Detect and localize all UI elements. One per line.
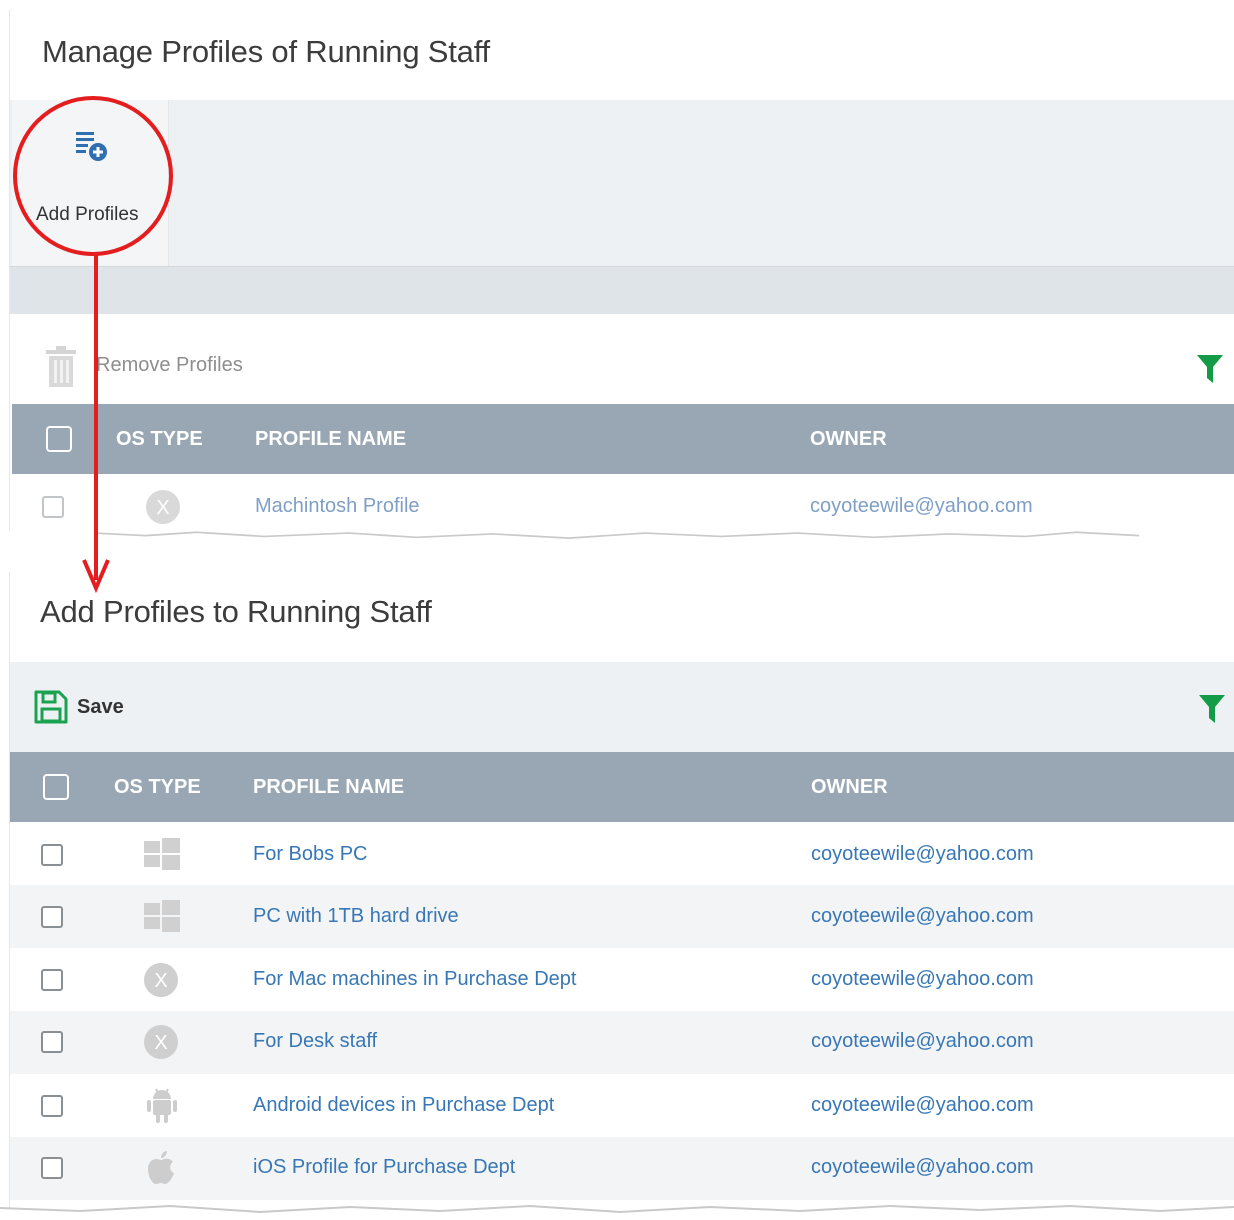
profile-name-link[interactable]: PC with 1TB hard drive: [253, 905, 459, 928]
profile-name-link[interactable]: Machintosh Profile: [255, 495, 420, 518]
torn-edge: [94, 531, 1140, 550]
table-row[interactable]: X For Desk staff coyoteewile@yahoo.com: [10, 1011, 1234, 1074]
table-row[interactable]: For Bobs PC coyoteewile@yahoo.com: [10, 822, 1234, 885]
annotation-circle: [13, 96, 173, 256]
apple-icon: [148, 1151, 174, 1184]
page-title: Manage Profiles of Running Staff: [42, 34, 490, 69]
table-header: OS TYPE PROFILE NAME OWNER: [10, 752, 1234, 822]
profile-name-link[interactable]: For Mac machines in Purchase Dept: [253, 968, 576, 991]
row-checkbox[interactable]: [41, 1031, 63, 1053]
toolbar: [10, 100, 1234, 266]
column-os-type[interactable]: OS TYPE: [116, 428, 203, 451]
table-row[interactable]: iOS Profile for Purchase Dept coyoteewil…: [10, 1137, 1234, 1200]
owner-email: coyoteewile@yahoo.com: [811, 905, 1034, 927]
column-owner: OWNER: [811, 776, 888, 798]
save-label: Save: [77, 696, 124, 718]
svg-text:X: X: [154, 970, 167, 992]
owner-email: coyoteewile@yahoo.com: [810, 495, 1033, 517]
floppy-disk-icon: [34, 690, 68, 724]
profile-name-link[interactable]: For Desk staff: [253, 1030, 377, 1053]
column-os-type[interactable]: OS TYPE: [114, 776, 201, 799]
section-divider: [10, 266, 1234, 315]
row-checkbox[interactable]: [41, 844, 63, 866]
row-checkbox[interactable]: [41, 1157, 63, 1179]
mac-os-x-icon: X: [144, 1025, 178, 1059]
row-checkbox[interactable]: [41, 969, 63, 991]
mac-os-x-icon: X: [144, 963, 178, 997]
row-checkbox[interactable]: [41, 906, 63, 928]
remove-profiles-button[interactable]: Remove Profiles: [96, 354, 243, 377]
table-row[interactable]: X For Mac machines in Purchase Dept coyo…: [10, 948, 1234, 1011]
column-owner[interactable]: OWNER: [810, 428, 887, 451]
owner-email: coyoteewile@yahoo.com: [811, 843, 1034, 865]
table-header: OS TYPE PROFILE NAME OWNER: [12, 404, 1234, 474]
column-profile-name[interactable]: PROFILE NAME: [253, 776, 404, 799]
annotation-arrow: [82, 254, 110, 594]
owner-email: coyoteewile@yahoo.com: [811, 1094, 1034, 1116]
android-icon: [147, 1088, 177, 1123]
row-checkbox[interactable]: [41, 1095, 63, 1117]
torn-edge: [0, 1204, 1234, 1220]
profile-name-link[interactable]: Android devices in Purchase Dept: [253, 1094, 554, 1117]
windows-icon: [144, 900, 180, 932]
row-checkbox[interactable]: [42, 496, 64, 518]
owner-email: coyoteewile@yahoo.com: [811, 968, 1034, 990]
filter-icon[interactable]: [1198, 694, 1226, 724]
owner-email: coyoteewile@yahoo.com: [811, 1030, 1034, 1052]
trash-icon[interactable]: [44, 346, 78, 388]
column-profile-name[interactable]: PROFILE NAME: [255, 428, 406, 451]
profile-name-link[interactable]: iOS Profile for Purchase Dept: [253, 1156, 515, 1179]
select-all-checkbox[interactable]: [46, 426, 72, 452]
page-title: Add Profiles to Running Staff: [40, 594, 432, 629]
table-row[interactable]: Android devices in Purchase Dept coyotee…: [10, 1074, 1234, 1137]
manage-profiles-panel: Manage Profiles of Running Staff Add Pro…: [9, 10, 1234, 530]
select-all-checkbox[interactable]: [43, 774, 69, 800]
table-row[interactable]: PC with 1TB hard drive coyoteewile@yahoo…: [10, 885, 1234, 948]
svg-text:X: X: [154, 1032, 167, 1054]
svg-text:X: X: [156, 497, 169, 519]
owner-email: coyoteewile@yahoo.com: [811, 1156, 1034, 1178]
windows-icon: [144, 838, 180, 870]
add-profiles-panel: Add Profiles to Running Staff Save OS TY…: [9, 572, 1234, 1212]
toolbar: Save: [10, 662, 1234, 752]
mac-os-x-icon: X: [146, 490, 180, 524]
profile-name-link[interactable]: For Bobs PC: [253, 843, 367, 866]
action-bar: Remove Profiles: [10, 314, 1234, 404]
filter-icon[interactable]: [1196, 354, 1224, 384]
